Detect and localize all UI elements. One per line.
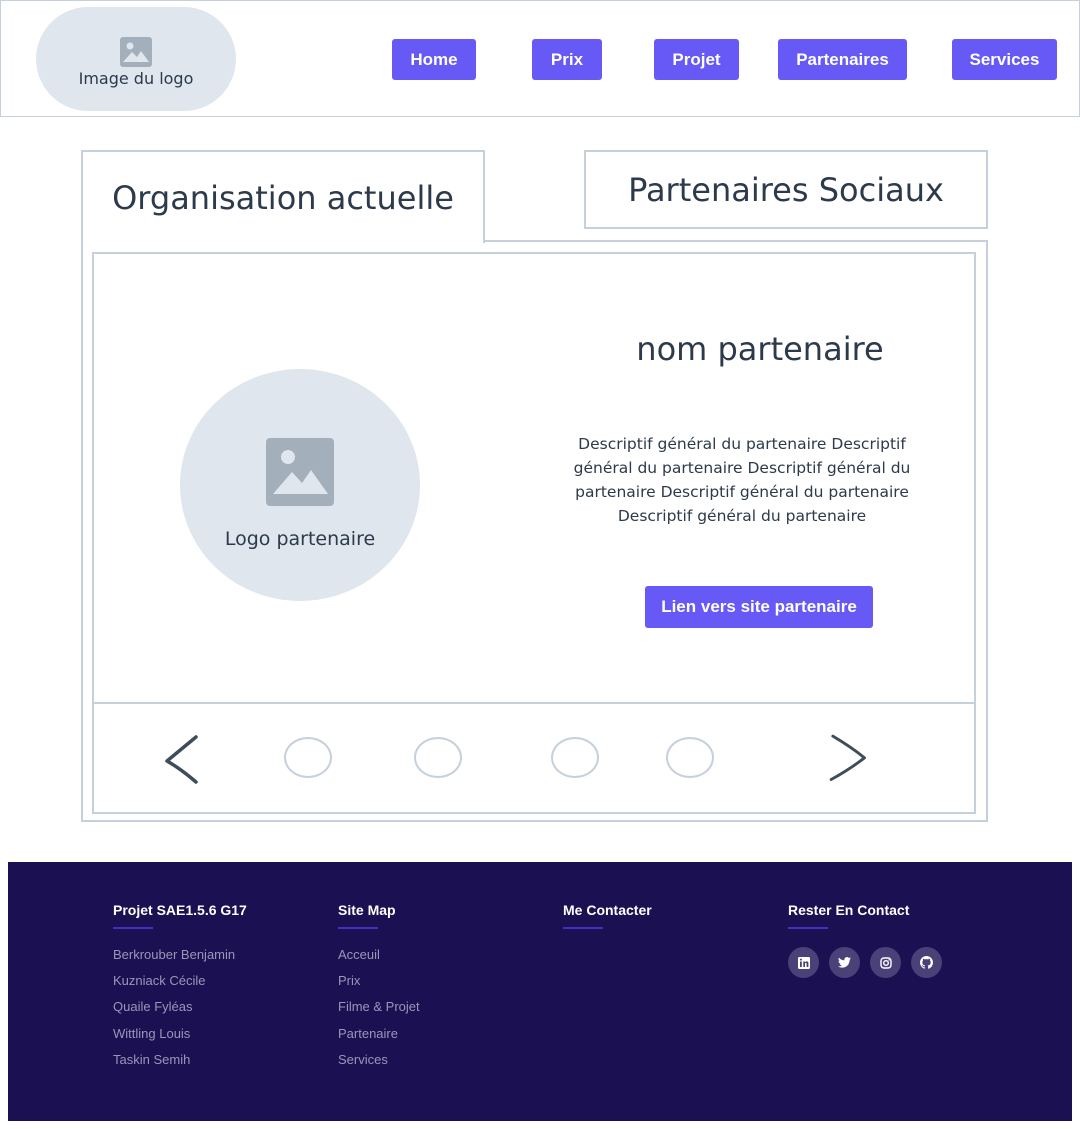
- carousel-divider: [92, 702, 976, 704]
- site-logo[interactable]: Image du logo: [36, 7, 236, 111]
- carousel-dot[interactable]: [414, 737, 462, 778]
- footer-title-underline: [788, 927, 828, 929]
- chevron-left-icon[interactable]: [160, 735, 210, 785]
- carousel-dot[interactable]: [284, 737, 332, 778]
- footer-link-acceuil[interactable]: Acceuil: [338, 947, 420, 973]
- image-icon: [266, 438, 334, 506]
- footer-item: Taskin Semih: [113, 1051, 191, 1067]
- carousel-dot[interactable]: [551, 737, 599, 778]
- site-header: Image du logo Home Prix Projet Partenair…: [0, 0, 1080, 117]
- logo-label: Image du logo: [78, 68, 194, 88]
- tab-label: Partenaires Sociaux: [628, 170, 944, 209]
- footer-link-prix[interactable]: Prix: [338, 973, 420, 999]
- footer-item: Quaile Fyléas: [113, 999, 193, 1015]
- footer-link-filme-projet[interactable]: Filme & Projet: [338, 999, 420, 1025]
- nav-prix-button[interactable]: Prix: [532, 39, 602, 80]
- footer-title: Me Contacter: [563, 902, 652, 918]
- site-footer: Projet SAE1.5.6 G17 Berkrouber Benjamin …: [8, 862, 1072, 1121]
- footer-title-underline: [563, 927, 603, 929]
- chevron-right-icon[interactable]: [822, 732, 872, 782]
- footer-item: Berkrouber Benjamin: [113, 947, 236, 962]
- nav-projet-button[interactable]: Projet: [654, 39, 739, 80]
- footer-item: Kuzniack Cécile: [113, 973, 206, 989]
- footer-title-underline: [338, 927, 378, 929]
- footer-title: Projet SAE1.5.6 G17: [113, 902, 247, 918]
- footer-item: Wittling Louis: [113, 1025, 191, 1041]
- footer-column-site-map: Site Map Acceuil Prix Filme & Projet Par…: [338, 902, 420, 1078]
- footer-link-partenaire[interactable]: Partenaire: [338, 1026, 420, 1052]
- social-links: [788, 947, 942, 978]
- footer-title-underline: [113, 927, 153, 929]
- footer-link-services[interactable]: Services: [338, 1052, 420, 1078]
- footer-title: Site Map: [338, 902, 396, 918]
- partner-site-link-button[interactable]: Lien vers site partenaire: [645, 586, 873, 628]
- footer-column-contact: Me Contacter: [563, 902, 652, 947]
- tab-label: Organisation actuelle: [112, 178, 454, 217]
- twitter-icon[interactable]: [829, 947, 860, 978]
- instagram-icon[interactable]: [870, 947, 901, 978]
- nav-partenaires-button[interactable]: Partenaires: [778, 39, 907, 80]
- footer-title: Rester En Contact: [788, 902, 910, 918]
- image-icon: [120, 36, 152, 67]
- linkedin-icon[interactable]: [788, 947, 819, 978]
- tab-organisation-actuelle[interactable]: Organisation actuelle: [81, 150, 485, 243]
- footer-column-social: Rester En Contact: [788, 902, 942, 978]
- nav-services-button[interactable]: Services: [952, 39, 1057, 80]
- partner-description: Descriptif général du partenaire Descrip…: [573, 435, 911, 525]
- partner-logo-label: Logo partenaire: [224, 528, 376, 550]
- partner-logo: Logo partenaire: [180, 369, 420, 601]
- github-icon[interactable]: [911, 947, 942, 978]
- tab-partenaires-sociaux[interactable]: Partenaires Sociaux: [584, 150, 988, 229]
- footer-column-project: Projet SAE1.5.6 G17 Berkrouber Benjamin …: [113, 902, 247, 1078]
- carousel-dot[interactable]: [666, 737, 714, 778]
- partner-name: nom partenaire: [636, 330, 884, 368]
- nav-home-button[interactable]: Home: [392, 39, 476, 80]
